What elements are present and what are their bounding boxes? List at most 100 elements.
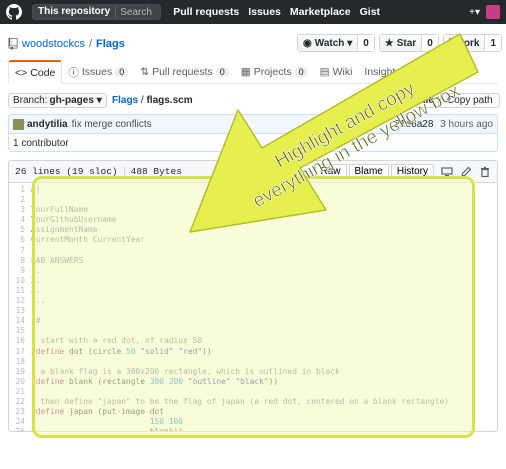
raw-button[interactable]: Raw [314, 164, 347, 179]
branch-name: gh-pages ▾ [49, 95, 102, 106]
line-number[interactable]: 10 [9, 276, 31, 286]
user-avatar[interactable] [486, 5, 500, 19]
code-line: 12... [9, 296, 497, 306]
code-line: 19; a blank flag is a 300x200 rectangle,… [9, 367, 497, 377]
line-number[interactable]: 11 [9, 286, 31, 296]
breadcrumb-root-link[interactable]: Flags [112, 95, 138, 106]
tab-code-label: Code [30, 66, 56, 79]
line-number[interactable]: 2 [9, 195, 31, 205]
branch-select[interactable]: Branch: gh-pages ▾ [8, 93, 107, 108]
code-line: 6 CurrentMonth CurrentYear [9, 235, 497, 245]
code-line: 24 150 100 [9, 417, 497, 427]
line-number[interactable]: 23 [9, 407, 31, 417]
issue-icon: ⓘ [68, 66, 79, 79]
find-file-button[interactable]: File [415, 93, 439, 108]
new-menu-button[interactable]: +▾ [469, 7, 480, 18]
line-content: 1. [31, 265, 41, 275]
line-number[interactable]: 7 [9, 246, 31, 256]
commit-message-link[interactable]: fix merge conflicts [72, 119, 152, 130]
nav-pull-requests[interactable]: Pull requests [173, 6, 239, 18]
fork-button[interactable]: ᛉ Fork [443, 35, 486, 51]
commit-author-link[interactable]: andytilia [27, 119, 68, 130]
github-logo-icon[interactable] [6, 4, 22, 20]
repo-owner-link[interactable]: woodstockcs [22, 38, 85, 50]
line-content: 150 100 [149, 417, 184, 427]
tab-insights[interactable]: Insights ▾ [358, 60, 414, 84]
line-number[interactable]: 12 [9, 296, 31, 306]
copy-path-button[interactable]: Copy path [440, 93, 500, 108]
line-number[interactable]: 8 [9, 256, 31, 266]
fork-icon: ᛉ [448, 37, 455, 49]
trash-icon[interactable] [479, 166, 491, 178]
line-content: AssignmentName [31, 225, 98, 235]
star-group: ★ Star 0 [378, 34, 439, 52]
file-actions: Raw Blame History [314, 164, 492, 179]
repo-title: woodstockcs / Flags [8, 38, 125, 50]
line-number[interactable]: 9 [9, 266, 31, 276]
tab-projects[interactable]: ▦ Projects 0 [235, 60, 314, 84]
repo-name-link[interactable]: Flags [96, 38, 125, 50]
line-number[interactable]: 21 [9, 387, 31, 397]
code-line: 15 [9, 326, 497, 336]
tab-code[interactable]: <> Code [8, 60, 63, 84]
line-number[interactable]: 1 [9, 185, 31, 195]
code-line: 8 LAB ANSWERS [9, 256, 497, 266]
nav-marketplace[interactable]: Marketplace [290, 6, 351, 18]
file-info-divider [123, 166, 125, 177]
line-number[interactable]: 13 [9, 306, 31, 316]
tab-issues[interactable]: ⓘ Issues 0 [62, 60, 134, 84]
watch-button[interactable]: ◉ Watch ▾ [298, 35, 359, 51]
desktop-icon[interactable] [441, 166, 453, 178]
line-number[interactable]: 19 [9, 367, 31, 377]
project-icon: ▦ [240, 66, 251, 78]
line-number[interactable]: 22 [9, 397, 31, 407]
repo-title-separator: / [88, 38, 93, 50]
history-button[interactable]: History [390, 164, 434, 179]
file-lines-info: 26 lines (19 sloc) [15, 166, 118, 177]
code-line: 11 3. [9, 286, 497, 296]
line-number[interactable]: 25 [9, 427, 31, 431]
file-header: 26 lines (19 sloc) 488 Bytes Raw Blame H… [9, 161, 497, 183]
line-content: 3. [31, 285, 41, 295]
tab-wiki[interactable]: ▤ Wiki [314, 60, 359, 84]
code-line: 7 [9, 246, 497, 256]
line-content: |# [31, 316, 41, 326]
tab-insights-label: Insights ▾ [364, 66, 409, 78]
pull-request-icon: ⇅ [140, 66, 150, 78]
nav-issues[interactable]: Issues [248, 6, 281, 18]
code-line: 25 blank)) [9, 427, 497, 431]
code-body[interactable]: 1 #| 2 3 YourFullName 4 YourGithubUsername 5 Ass… [9, 183, 497, 431]
line-number[interactable]: 16 [9, 336, 31, 346]
header-right: +▾ [469, 5, 500, 19]
commit-tease: andytilia fix merge conflicts 21e6a28 3 … [8, 114, 498, 152]
page: This repository Pull requests Issues Mar… [0, 0, 506, 469]
tab-projects-count: 0 [294, 67, 308, 77]
tab-wiki-label: Wiki [332, 66, 353, 78]
line-number[interactable]: 20 [9, 377, 31, 387]
line-number[interactable]: 24 [9, 417, 31, 427]
line-number[interactable]: 6 [9, 235, 31, 245]
contributors-link[interactable]: 1 contributor [13, 138, 69, 149]
star-button[interactable]: ★ Star [379, 35, 423, 51]
line-number[interactable]: 17 [9, 347, 31, 357]
line-number[interactable]: 18 [9, 357, 31, 367]
commit-sha-link[interactable]: 21e6a28 [394, 119, 433, 130]
pencil-icon[interactable] [460, 166, 472, 178]
code-line: 3 YourFullName [9, 205, 497, 215]
watch-count[interactable]: 0 [358, 35, 374, 51]
tab-pull-requests[interactable]: ⇅ Pull requests 0 [134, 60, 235, 84]
star-label: Star [396, 37, 417, 49]
search-input[interactable] [116, 6, 161, 18]
line-content: ; a blank flag is a 300x200 rectangle, w… [31, 366, 340, 376]
line-number[interactable]: 14 [9, 316, 31, 326]
fork-count[interactable]: 1 [485, 35, 501, 51]
line-number[interactable]: 15 [9, 326, 31, 336]
nav-gist[interactable]: Gist [360, 6, 380, 18]
line-number[interactable]: 3 [9, 205, 31, 215]
line-content: 2. [31, 275, 41, 285]
line-number[interactable]: 4 [9, 215, 31, 225]
line-number[interactable]: 5 [9, 225, 31, 235]
code-line: 21 [9, 387, 497, 397]
blame-button[interactable]: Blame [348, 164, 389, 179]
star-count[interactable]: 0 [422, 35, 438, 51]
